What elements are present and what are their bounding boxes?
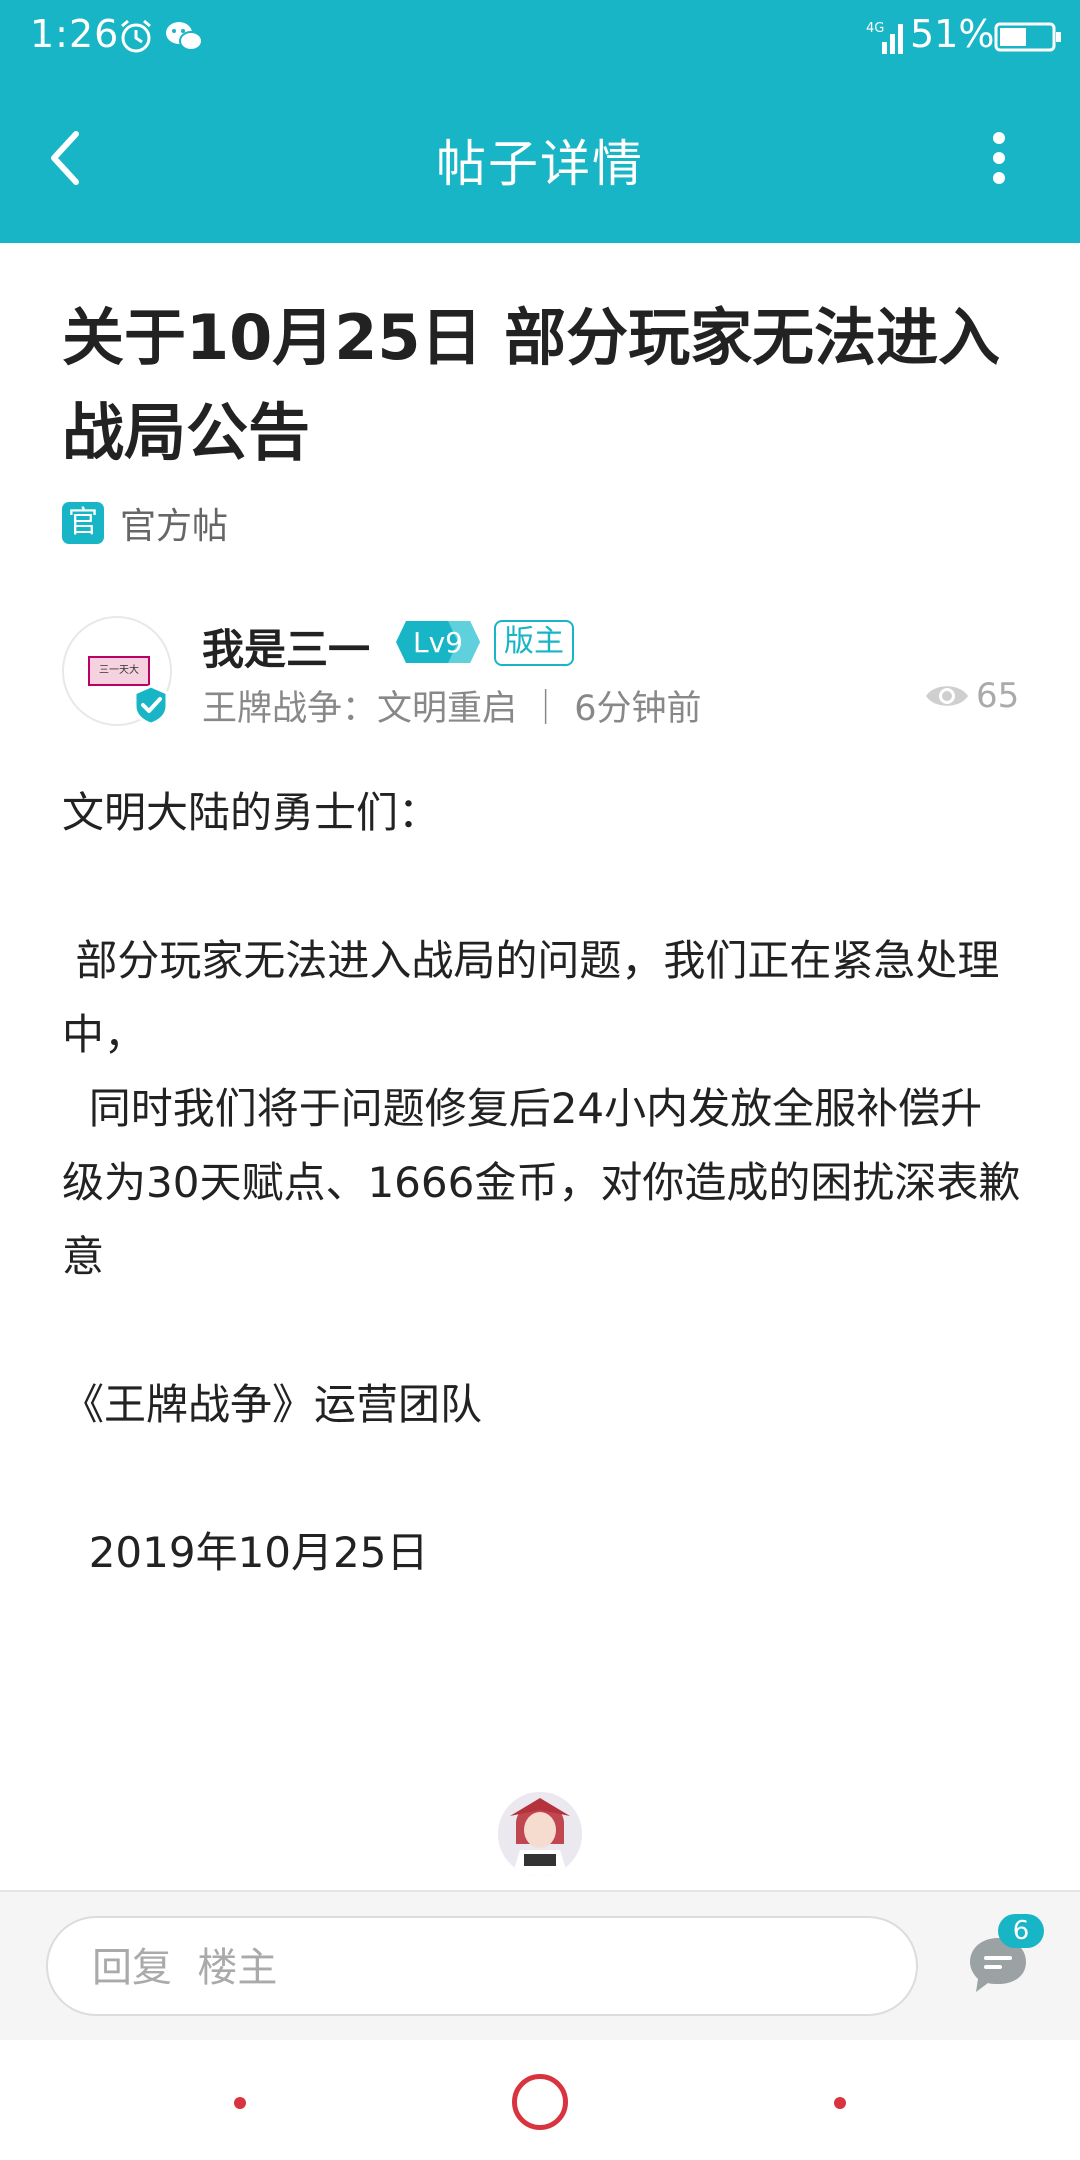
view-count-number: 65 bbox=[976, 676, 1020, 716]
svg-text:4G: 4G bbox=[866, 21, 884, 36]
reply-bar: 6 bbox=[0, 1890, 1080, 2040]
page-title: 帖子详情 bbox=[436, 135, 644, 193]
status-bar: 1:26 4G 51% bbox=[0, 0, 1080, 72]
nav-home-button[interactable] bbox=[512, 2074, 568, 2130]
nav-back-dot[interactable] bbox=[834, 2097, 846, 2109]
view-count: 65 bbox=[924, 676, 1019, 716]
floating-avatar-image bbox=[498, 1792, 582, 1876]
avatar-plate: 三一天大 bbox=[88, 656, 150, 686]
alarm-icon bbox=[121, 19, 151, 53]
post-title: 关于10月25日 部分玩家无法进入战局公告 bbox=[62, 301, 1001, 469]
moderator-badge: 版主 bbox=[494, 620, 574, 666]
status-time: 1:26 bbox=[30, 12, 120, 56]
reply-box[interactable] bbox=[46, 1916, 918, 2016]
author-name[interactable]: 我是三一 bbox=[202, 616, 370, 677]
app-bar: 帖子详情 bbox=[0, 72, 1080, 243]
battery-percent: 51% bbox=[910, 12, 995, 56]
system-nav-bar bbox=[0, 2040, 1080, 2160]
post-content: 文明大陆的勇士们： 部分玩家无法进入战局的问题，我们正在紧急处理中， 同时我们将… bbox=[62, 788, 1021, 1577]
battery-icon bbox=[994, 22, 1061, 52]
level-badge: Lv9 bbox=[396, 621, 480, 663]
signal-icon: 4G bbox=[866, 21, 903, 54]
author-row: 三一天大 我是三一 Lv9 版主 王牌战争：文明重启 ｜ 6分钟前 bbox=[62, 616, 1022, 729]
official-tag: 官 官方帖 bbox=[62, 500, 229, 547]
reply-input[interactable] bbox=[92, 1940, 872, 1996]
official-badge-icon: 官 bbox=[62, 502, 104, 544]
author-meta: 王牌战争：文明重启 ｜ 6分钟前 bbox=[202, 689, 702, 729]
official-tag-label: 官方帖 bbox=[120, 506, 229, 547]
svg-text:Lv9: Lv9 bbox=[413, 626, 463, 659]
comment-count-badge: 6 bbox=[998, 1914, 1044, 1948]
wechat-icon bbox=[166, 22, 203, 51]
more-vertical-icon[interactable] bbox=[984, 130, 1014, 186]
nav-menu-dot[interactable] bbox=[234, 2097, 246, 2109]
verified-check-icon bbox=[133, 684, 169, 726]
top-bar: 1:26 4G 51% 帖子详情 bbox=[0, 0, 1080, 243]
floating-avatar[interactable] bbox=[498, 1792, 582, 1876]
eye-icon bbox=[926, 686, 968, 706]
